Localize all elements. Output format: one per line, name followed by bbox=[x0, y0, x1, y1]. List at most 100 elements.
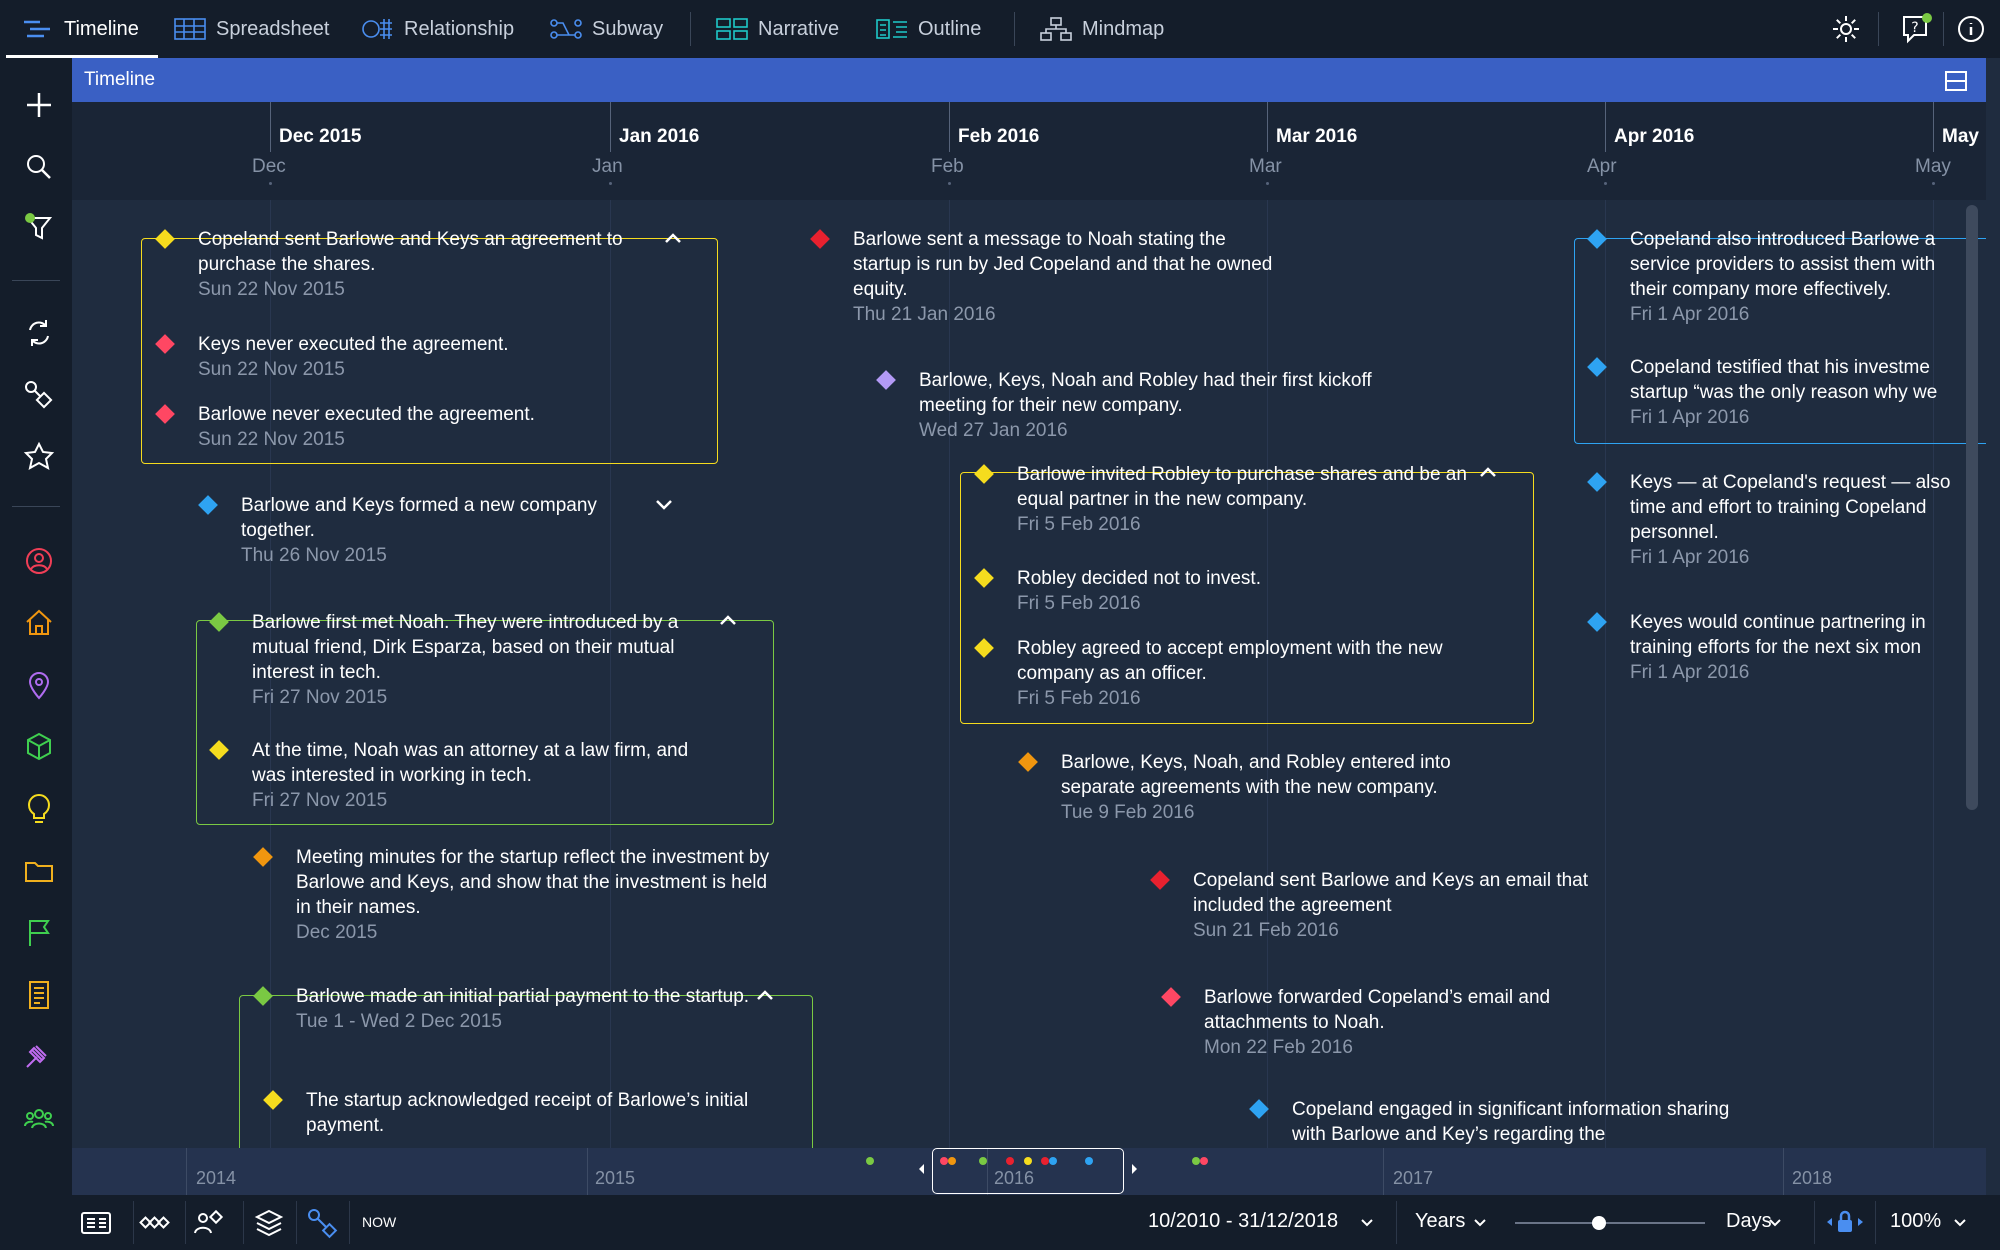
tab-outline[interactable]: Outline bbox=[876, 0, 981, 58]
month-label: May bbox=[1942, 126, 1979, 147]
gavel-legal-icon[interactable] bbox=[22, 1040, 56, 1074]
event-item[interactable]: Barlowe invited Robley to purchase share… bbox=[974, 462, 1477, 537]
event-item[interactable]: Robley decided not to invest. Fri 5 Feb … bbox=[974, 566, 1477, 616]
event-title: Barlowe never executed the agreement. bbox=[198, 404, 535, 425]
panel-layout-toggle-icon[interactable] bbox=[1944, 70, 1968, 92]
event-item[interactable]: Barlowe forwarded Copeland’s email and a… bbox=[1161, 985, 1634, 1060]
event-item[interactable]: Keyes would continue partnering in train… bbox=[1587, 610, 1975, 685]
search-icon[interactable] bbox=[22, 150, 56, 184]
event-item[interactable]: Copeland testified that his investme sta… bbox=[1587, 355, 1975, 430]
relationship-icon bbox=[362, 17, 394, 41]
event-item[interactable]: Robley agreed to accept employment with … bbox=[974, 636, 1477, 711]
event-item[interactable]: Barlowe, Keys, Noah and Robley had their… bbox=[876, 368, 1389, 443]
settings-gear-icon[interactable] bbox=[1830, 13, 1862, 45]
month-short-label: Feb bbox=[931, 156, 964, 177]
chevron-up-icon[interactable] bbox=[717, 613, 739, 627]
chevron-down-icon[interactable] bbox=[653, 498, 675, 512]
axis-tick bbox=[270, 102, 271, 152]
timeline-overview[interactable]: 2014 2015 2016 2017 2018 bbox=[72, 1148, 1986, 1195]
flag-icon[interactable] bbox=[22, 916, 56, 950]
month-label: Dec 2015 bbox=[279, 126, 362, 147]
event-title: Barlowe made an initial partial payment … bbox=[296, 986, 750, 1007]
layers-icon[interactable] bbox=[253, 1207, 285, 1239]
event-marker-diamond bbox=[1587, 612, 1607, 632]
event-marker-diamond bbox=[1587, 472, 1607, 492]
pin-star-icon[interactable] bbox=[22, 440, 56, 474]
panel-header: Timeline bbox=[72, 58, 1986, 102]
event-item[interactable]: The startup acknowledged receipt of Barl… bbox=[263, 1088, 766, 1138]
add-plus-icon[interactable] bbox=[22, 88, 56, 122]
event-item[interactable]: Barlowe sent a message to Noah stating t… bbox=[810, 227, 1283, 327]
chevron-up-icon[interactable] bbox=[662, 231, 684, 245]
help-question-icon[interactable]: ? bbox=[1900, 13, 1932, 45]
tab-narrative[interactable]: Narrative bbox=[716, 0, 839, 58]
event-item[interactable]: Copeland also introduced Barlowe a servi… bbox=[1587, 227, 1975, 327]
characters-people-icon[interactable] bbox=[192, 1207, 224, 1239]
date-range-select[interactable]: 10/2010 - 31/12/2018 bbox=[1148, 1210, 1338, 1233]
card-view-icon[interactable] bbox=[80, 1207, 112, 1239]
scale-unit-select[interactable]: Years bbox=[1415, 1210, 1465, 1233]
chevron-up-icon[interactable] bbox=[754, 988, 776, 1002]
chevron-down-icon[interactable] bbox=[1953, 1218, 1967, 1228]
arcs-diamond-icon[interactable] bbox=[138, 1207, 170, 1239]
event-item[interactable]: Barlowe never executed the agreement. Su… bbox=[155, 402, 658, 452]
zoom-slider-thumb[interactable] bbox=[1592, 1216, 1606, 1230]
event-date: Thu 21 Jan 2016 bbox=[853, 304, 996, 325]
sync-refresh-icon[interactable] bbox=[22, 316, 56, 350]
event-item[interactable]: Meeting minutes for the startup reflect … bbox=[253, 845, 776, 945]
location-pin-icon[interactable] bbox=[22, 668, 56, 702]
event-item[interactable]: Copeland sent Barlowe and Keys an email … bbox=[1150, 868, 1643, 943]
spreadsheet-icon bbox=[174, 17, 206, 41]
detail-unit-select[interactable]: Days bbox=[1726, 1210, 1772, 1233]
event-date: Fri 5 Feb 2016 bbox=[1017, 593, 1141, 614]
overview-viewport-window[interactable] bbox=[932, 1148, 1124, 1194]
character-person-icon[interactable] bbox=[22, 544, 56, 578]
event-item[interactable]: Barlowe first met Noah. They were introd… bbox=[209, 610, 707, 710]
tab-subway[interactable]: Subway bbox=[550, 0, 663, 58]
tab-timeline[interactable]: Timeline bbox=[22, 0, 139, 58]
event-date: Sun 22 Nov 2015 bbox=[198, 359, 345, 380]
filter-icon[interactable] bbox=[22, 210, 56, 244]
axis-tick bbox=[610, 102, 611, 152]
document-icon[interactable] bbox=[22, 978, 56, 1012]
tab-mindmap[interactable]: Mindmap bbox=[1040, 0, 1164, 58]
event-date: Wed 27 Jan 2016 bbox=[919, 420, 1068, 441]
event-item[interactable]: Copeland sent Barlowe and Keys an agreem… bbox=[155, 227, 658, 302]
vertical-scrollbar-thumb[interactable] bbox=[1966, 205, 1978, 810]
event-date: Tue 1 - Wed 2 Dec 2015 bbox=[296, 1011, 502, 1032]
event-title: Barlowe sent a message to Noah stating t… bbox=[853, 229, 1273, 300]
month-short-label: Jan bbox=[592, 156, 623, 177]
zoom-slider-track[interactable] bbox=[1515, 1222, 1705, 1224]
lock-icon[interactable] bbox=[1826, 1209, 1864, 1235]
event-item[interactable]: At the time, Noah was an attorney at a l… bbox=[209, 738, 722, 813]
group-people-icon[interactable] bbox=[22, 1102, 56, 1136]
event-item[interactable]: Barlowe and Keys formed a new company to… bbox=[198, 493, 636, 568]
overview-left-arrow-icon[interactable] bbox=[918, 1164, 926, 1174]
info-icon[interactable] bbox=[1955, 13, 1987, 45]
chevron-down-icon[interactable] bbox=[1360, 1218, 1374, 1228]
relationship-links-icon[interactable] bbox=[306, 1207, 338, 1239]
idea-bulb-icon[interactable] bbox=[22, 792, 56, 826]
home-place-icon[interactable] bbox=[22, 606, 56, 640]
zoom-percent-select[interactable]: 100% bbox=[1890, 1210, 1941, 1233]
event-item[interactable]: Keys — at Copeland's request — also time… bbox=[1587, 470, 1975, 570]
event-title: Barlowe, Keys, Noah and Robley had their… bbox=[919, 370, 1372, 416]
tab-spreadsheet[interactable]: Spreadsheet bbox=[174, 0, 329, 58]
folder-icon[interactable] bbox=[22, 854, 56, 888]
chevron-down-icon[interactable] bbox=[1473, 1218, 1487, 1228]
event-item[interactable]: Barlowe, Keys, Noah, and Robley entered … bbox=[1018, 750, 1491, 825]
chevron-up-icon[interactable] bbox=[1477, 465, 1499, 479]
event-item[interactable]: Barlowe made an initial partial payment … bbox=[253, 984, 751, 1034]
now-button[interactable]: NOW bbox=[362, 1214, 396, 1230]
event-item[interactable]: Copeland engaged in significant informat… bbox=[1249, 1097, 1752, 1147]
tab-label: Timeline bbox=[64, 17, 139, 40]
event-item[interactable]: Keys never executed the agreement. Sun 2… bbox=[155, 332, 658, 382]
month-short-label: May bbox=[1915, 156, 1951, 177]
object-cube-icon[interactable] bbox=[22, 730, 56, 764]
shapes-icon[interactable] bbox=[22, 378, 56, 412]
tab-relationship[interactable]: Relationship bbox=[362, 0, 514, 58]
axis-dot bbox=[1266, 182, 1269, 185]
overview-right-arrow-icon[interactable] bbox=[1130, 1164, 1138, 1174]
chevron-down-icon[interactable] bbox=[1768, 1218, 1782, 1228]
event-date: Fri 1 Apr 2016 bbox=[1630, 304, 1750, 325]
